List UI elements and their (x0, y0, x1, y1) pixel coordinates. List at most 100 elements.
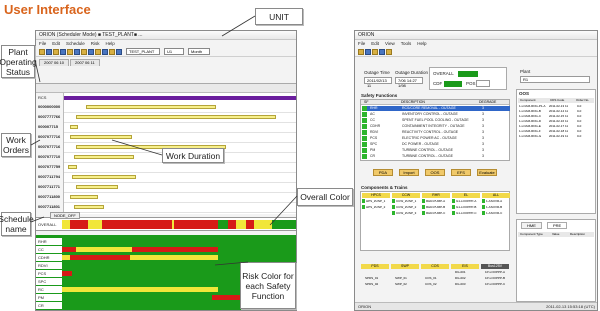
period-select[interactable]: Month (188, 48, 210, 55)
safety-function-row[interactable]: RDVI REACTIVITY CONTROL - OUTAGE 3 (362, 130, 510, 135)
save-icon[interactable] (53, 48, 59, 55)
save-icon-2[interactable] (372, 48, 378, 55)
component-name[interactable]: CCW_ZUNP_2 (396, 205, 416, 209)
component-name[interactable]: DG-003 (455, 282, 466, 286)
work-order-label[interactable]: 0007711794 (38, 174, 60, 179)
open-icon-2[interactable] (365, 48, 371, 55)
work-order-label[interactable]: 0007077716 (38, 144, 60, 149)
chart-icon[interactable] (109, 48, 115, 55)
work-duration-bar[interactable] (70, 195, 98, 199)
component-name[interactable]: SWP_02 (395, 282, 407, 286)
safety-function-row[interactable]: CDHR CONTAINMENT INTEGRITY - OUTAGE 3 (362, 124, 510, 129)
settings-icon-2[interactable] (379, 48, 385, 55)
new-icon-2[interactable] (358, 48, 364, 55)
menu-file[interactable]: File (39, 40, 46, 47)
menu-schedule[interactable]: Schedule (66, 40, 85, 47)
redo-icon[interactable] (95, 48, 101, 55)
component-name[interactable]: RHR-PUMP-B (426, 205, 445, 209)
safety-function-row[interactable]: CC SPENT FUEL POOL COOLING - OUTAGE 3 (362, 118, 510, 123)
menu2-view[interactable]: View (385, 40, 395, 47)
menu2-file[interactable]: File (358, 40, 365, 47)
work-duration-bar[interactable] (68, 165, 77, 169)
work-order-label[interactable]: 0007711800 (38, 194, 60, 199)
cut-icon[interactable] (67, 48, 73, 55)
menu-risk[interactable]: Risk (91, 40, 100, 47)
component-name[interactable]: 1-ASOVR-B (486, 205, 502, 209)
safety-function-row[interactable]: PM TURBINE CONTROL - OUTAGE 3 (362, 148, 510, 153)
work-duration-bar[interactable] (70, 135, 132, 139)
button-evaluate[interactable]: Evaluate (477, 169, 497, 176)
component-name[interactable]: 1-ASOVR-A (486, 199, 502, 203)
component-name[interactable]: SWP_01 (395, 276, 407, 280)
button-efs[interactable]: EFS (451, 169, 471, 176)
button-pda[interactable]: PDA (373, 169, 393, 176)
component-name[interactable]: 1P-LOOPPP-C (485, 282, 505, 286)
work-order-label[interactable]: 0007777766 (38, 114, 60, 119)
unit-sub-select[interactable]: U1 (164, 48, 184, 55)
work-order-label[interactable]: 0007077759 (38, 164, 60, 169)
component-name[interactable]: DG-002 (455, 276, 466, 280)
component-name[interactable]: SPDS_01 (365, 276, 378, 280)
menu2-edit[interactable]: Edit (371, 40, 379, 47)
safety-function-row[interactable]: PCS ELECTRIC POWER AC - OUTAGE 3 (362, 136, 510, 141)
refresh-icon[interactable] (116, 48, 122, 55)
new-icon[interactable] (39, 48, 45, 55)
schedule-tab[interactable]: NODE_OFF (50, 212, 80, 219)
copy-icon[interactable] (74, 48, 80, 55)
tab-date-2[interactable]: 2007 06 11 (70, 59, 100, 66)
work-duration-bar[interactable] (76, 115, 276, 119)
work-duration-bar[interactable] (70, 125, 78, 129)
component-name[interactable]: RHR-PUMP-C (426, 211, 445, 215)
component-name[interactable]: 1-ASOVR-C (486, 211, 502, 215)
component-name[interactable]: G1-LOOPPP-C (456, 211, 477, 215)
work-duration-bar[interactable] (86, 105, 216, 109)
open-icon[interactable] (46, 48, 52, 55)
oos-component[interactable]: 1-LOAM-RDG-G (519, 134, 541, 139)
component-name[interactable]: G1-LOOPPP-B (456, 205, 476, 209)
undo-icon[interactable] (88, 48, 94, 55)
work-duration-bar[interactable] (74, 155, 134, 159)
component-name[interactable]: COS_02 (425, 282, 437, 286)
work-order-label[interactable]: 0007711771 (38, 184, 60, 189)
menu2-help[interactable]: Help (417, 40, 426, 47)
menu-help[interactable]: Help (106, 40, 115, 47)
outage-duration-field[interactable]: 7/06 14:27 1/98 (395, 77, 423, 88)
tab-hme[interactable]: HME (521, 222, 542, 229)
outage-time-field[interactable]: 2011/02/13 11 (364, 77, 392, 88)
button-oos[interactable]: OOS (425, 169, 445, 176)
safety-function-row[interactable]: SPC DC POWER - OUTAGE 3 (362, 142, 510, 147)
work-order-label[interactable]: 0007711801 (38, 204, 60, 209)
button-import[interactable]: Import (399, 169, 419, 176)
component-name[interactable]: G1-LOOPPP-A (456, 199, 476, 203)
menu-edit[interactable]: Edit (52, 40, 60, 47)
zoom-icon[interactable] (102, 48, 108, 55)
work-duration-bar[interactable] (74, 205, 104, 209)
work-order-label[interactable]: 0007077716 (38, 134, 60, 139)
unit-select[interactable]: TEST_PLANT (126, 48, 160, 55)
component-name[interactable]: CCW_ZUNP_1 (396, 199, 416, 203)
work-duration-bar[interactable] (72, 175, 136, 179)
safety-function-row[interactable]: RHR RCS/CORE REMOVAL - OUTAGE 3 (362, 106, 510, 111)
tab-date-1[interactable]: 2007 06 10 (39, 59, 70, 66)
component-name[interactable]: 1P-LOOPPP-B (485, 276, 505, 280)
work-duration-bar[interactable] (76, 185, 118, 189)
work-order-label[interactable]: 000007715 (38, 124, 58, 129)
tab-pre[interactable]: PRE (547, 222, 568, 229)
plant-select[interactable]: R1 (520, 76, 590, 83)
component-name[interactable]: HPS_ZUNP_2 (366, 205, 385, 209)
component-name[interactable]: DG-001 (455, 270, 466, 274)
work-order-label[interactable]: 0000000000 (38, 104, 60, 109)
help-icon-2[interactable] (386, 48, 392, 55)
component-name[interactable]: HPS_ZUNP_1 (366, 199, 385, 203)
safety-function-row[interactable]: AC INVENTORY CONTROL - OUTAGE 3 (362, 112, 510, 117)
safety-function-row[interactable]: CR TURBINE CONTROL - OUTAGE 3 (362, 154, 510, 159)
pos-field[interactable] (476, 80, 490, 87)
paste-icon[interactable] (81, 48, 87, 55)
menu2-tools[interactable]: Tools (401, 40, 412, 47)
work-order-label[interactable]: 0007077710 (38, 154, 60, 159)
component-name[interactable]: CCW_ZUNP_3 (396, 211, 416, 215)
print-icon[interactable] (60, 48, 66, 55)
component-name[interactable]: SPDS_02 (365, 282, 378, 286)
component-name[interactable]: RHR-PUMP-A (426, 199, 445, 203)
component-name[interactable]: 1P-LOOPPP-A (485, 270, 505, 274)
